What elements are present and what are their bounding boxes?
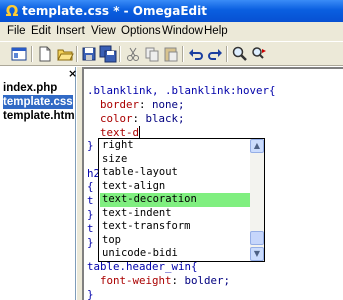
title-bar[interactable]: Ω template.css * - OmegaEdit bbox=[0, 0, 343, 22]
save-icon[interactable] bbox=[80, 45, 98, 63]
find-icon[interactable] bbox=[231, 45, 249, 63]
omega-icon[interactable]: Ω bbox=[4, 3, 20, 19]
text-caret bbox=[139, 126, 141, 138]
code-line: } bbox=[87, 288, 94, 300]
code-line: border: none; bbox=[100, 98, 185, 111]
save-all-icon[interactable] bbox=[99, 45, 117, 63]
open-folder-icon[interactable] bbox=[56, 45, 74, 63]
autocomplete-item[interactable]: table-layout bbox=[100, 166, 250, 180]
paste-icon[interactable] bbox=[162, 45, 180, 63]
copy-icon[interactable] bbox=[143, 45, 161, 63]
redo-icon[interactable] bbox=[206, 45, 224, 63]
menu-file[interactable]: File bbox=[7, 25, 26, 37]
code-line: } bbox=[87, 139, 94, 152]
code-line: color: black; bbox=[100, 112, 185, 125]
menu-insert[interactable]: Insert bbox=[56, 25, 85, 37]
toolbar bbox=[0, 41, 343, 66]
code-line: { bbox=[87, 180, 94, 193]
scroll-thumb[interactable] bbox=[250, 231, 264, 245]
autocomplete-item[interactable]: size bbox=[100, 153, 250, 167]
scroll-down-icon[interactable]: ▼ bbox=[250, 247, 264, 261]
code-line: .blanklink, .blanklink:hover{ bbox=[87, 84, 276, 97]
code-line: t bbox=[87, 194, 94, 207]
autocomplete-item[interactable]: text-align bbox=[100, 180, 250, 194]
autocomplete-scrollbar[interactable]: ▲ ▼ bbox=[250, 139, 264, 261]
menu-bar: File Edit Insert View Options Window Hel… bbox=[0, 22, 343, 41]
code-line: t bbox=[87, 222, 94, 235]
file-item-template-css[interactable]: template.css bbox=[3, 95, 73, 109]
menu-options[interactable]: Options bbox=[121, 25, 161, 37]
file-item-template-htm[interactable]: template.htm bbox=[3, 109, 75, 123]
cut-icon[interactable] bbox=[124, 45, 142, 63]
autocomplete-item-selected[interactable]: text-decoration bbox=[100, 193, 250, 207]
autocomplete-item[interactable]: top bbox=[100, 234, 250, 248]
undo-icon[interactable] bbox=[187, 45, 205, 63]
code-line: } bbox=[87, 236, 94, 249]
menu-help[interactable]: Help bbox=[204, 25, 228, 37]
window-icon[interactable] bbox=[10, 45, 28, 63]
autocomplete-popup[interactable]: right size table-layout text-align text-… bbox=[98, 138, 265, 262]
autocomplete-item[interactable]: text-indent bbox=[100, 207, 250, 221]
new-file-icon[interactable] bbox=[36, 45, 54, 63]
autocomplete-item[interactable]: unicode-bidi bbox=[100, 247, 250, 261]
replace-icon[interactable] bbox=[250, 45, 268, 63]
scroll-up-icon[interactable]: ▲ bbox=[250, 139, 264, 153]
autocomplete-item[interactable]: text-transform bbox=[100, 220, 250, 234]
menu-edit[interactable]: Edit bbox=[31, 25, 51, 37]
window-title: template.css * - OmegaEdit bbox=[22, 4, 207, 18]
code-line: } bbox=[87, 208, 94, 221]
autocomplete-item[interactable]: right bbox=[100, 139, 250, 153]
menu-view[interactable]: View bbox=[91, 25, 116, 37]
file-item-index-php[interactable]: index.php bbox=[3, 81, 57, 95]
code-line: font-weight: bolder; bbox=[100, 274, 231, 287]
menu-window[interactable]: Window bbox=[162, 25, 203, 37]
